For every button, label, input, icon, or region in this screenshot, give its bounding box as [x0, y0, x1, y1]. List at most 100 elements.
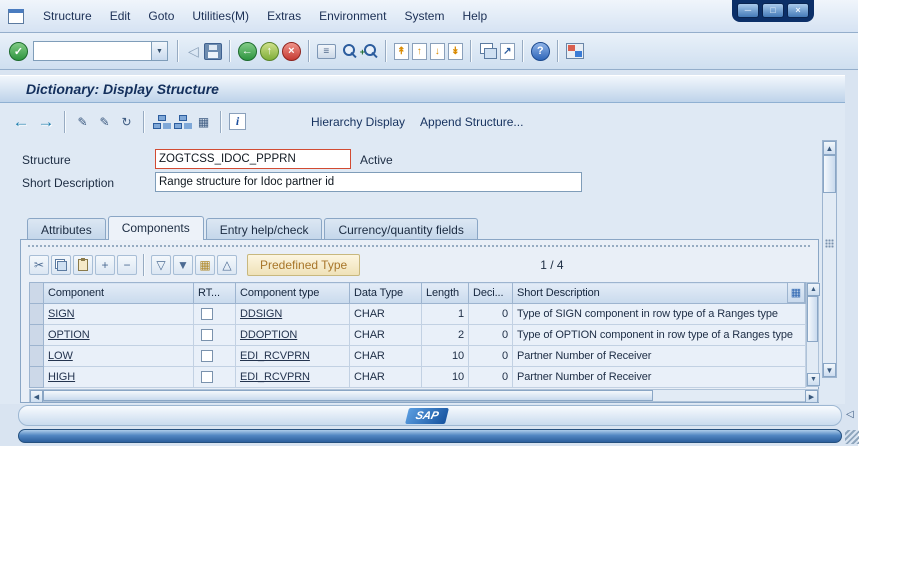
cell-data-type[interactable]: CHAR	[349, 303, 422, 325]
row-selector[interactable]	[29, 345, 44, 367]
new-session-icon[interactable]	[479, 43, 497, 59]
component-link[interactable]: HIGH	[48, 371, 75, 383]
cell-decimals[interactable]: 0	[468, 366, 513, 388]
command-dropdown-button[interactable]: ▼	[151, 41, 168, 61]
component-link[interactable]: LOW	[48, 350, 73, 362]
tab-attributes[interactable]: Attributes	[27, 218, 106, 240]
col-length[interactable]: Length	[421, 282, 469, 304]
last-page-icon[interactable]: ↡	[447, 42, 463, 60]
cell-decimals[interactable]: 0	[468, 345, 513, 367]
rt-checkbox[interactable]	[201, 350, 213, 363]
rt-checkbox[interactable]	[201, 371, 213, 384]
insert-row-icon[interactable]: +	[95, 254, 115, 275]
cell-description[interactable]: Partner Number of Receiver	[512, 366, 806, 388]
forward-arrow-icon[interactable]: →	[35, 112, 57, 132]
first-page-icon[interactable]: ↟	[393, 42, 409, 60]
grid-icon[interactable]: ▦	[195, 254, 215, 275]
predefined-type-button[interactable]: Predefined Type	[247, 253, 361, 276]
row-selector[interactable]	[29, 366, 44, 388]
col-data-type[interactable]: Data Type	[349, 282, 422, 304]
component-link[interactable]: SIGN	[48, 308, 75, 320]
info-icon[interactable]: i	[229, 113, 246, 130]
cell-component[interactable]: SIGN	[43, 303, 194, 325]
print-icon[interactable]: ≡	[316, 43, 336, 59]
find-icon[interactable]	[339, 42, 357, 60]
menu-extras[interactable]: Extras	[258, 7, 310, 25]
find-next-icon[interactable]: +	[360, 42, 378, 60]
cell-component-type[interactable]: EDI_RCVPRN	[235, 345, 350, 367]
row-selector[interactable]	[29, 324, 44, 346]
col-component-type[interactable]: Component type	[235, 282, 350, 304]
scroll-down-button[interactable]: ▼	[807, 373, 820, 386]
cell-length[interactable]: 2	[421, 324, 469, 346]
component-type-link[interactable]: DDOPTION	[240, 329, 297, 341]
cell-component-type[interactable]: DDOPTION	[235, 324, 350, 346]
component-type-link[interactable]: EDI_RCVPRN	[240, 350, 310, 362]
cell-description[interactable]: Type of SIGN component in row type of a …	[512, 303, 806, 325]
table-settings-icon[interactable]: ▦	[787, 282, 805, 303]
cell-data-type[interactable]: CHAR	[349, 345, 422, 367]
menu-goto[interactable]: Goto	[139, 7, 183, 25]
menu-utilities[interactable]: Utilities(M)	[183, 7, 258, 25]
menu-help[interactable]: Help	[453, 7, 496, 25]
window-resize-grip[interactable]	[845, 430, 859, 444]
component-link[interactable]: OPTION	[48, 329, 90, 341]
scroll-up-button[interactable]: ▲	[807, 283, 820, 296]
back-outline-icon[interactable]: ◁	[186, 43, 201, 60]
filter-down-icon[interactable]: ▽	[151, 254, 171, 275]
scroll-down-button[interactable]: ▼	[823, 363, 836, 377]
rt-checkbox[interactable]	[201, 308, 213, 321]
paste-icon[interactable]	[73, 254, 93, 275]
back-arrow-icon[interactable]: ←	[10, 112, 32, 132]
cut-icon[interactable]: ✂	[29, 254, 49, 275]
display-change-icon[interactable]: ✎	[73, 112, 92, 131]
select-all-header[interactable]	[29, 282, 44, 304]
cell-data-type[interactable]: CHAR	[349, 324, 422, 346]
menu-environment[interactable]: Environment	[310, 7, 395, 25]
cell-data-type[interactable]: CHAR	[349, 366, 422, 388]
create-shortcut-icon[interactable]: ↗	[499, 42, 515, 60]
copy-icon[interactable]	[51, 254, 71, 275]
col-decimals[interactable]: Deci...	[468, 282, 513, 304]
cell-component-type[interactable]: DDSIGN	[235, 303, 350, 325]
append-structure-button[interactable]: Append Structure...	[414, 112, 529, 132]
cell-length[interactable]: 1	[421, 303, 469, 325]
enter-icon[interactable]: ✓	[9, 41, 28, 61]
table-horizontal-scrollbar[interactable]: ◀ ▶	[29, 389, 819, 403]
edit-icon[interactable]: ✎	[95, 112, 114, 131]
scroll-left-button[interactable]: ◀	[30, 390, 43, 403]
status-expand-icon[interactable]: ◁	[846, 409, 854, 420]
structure-input[interactable]	[155, 149, 351, 169]
menu-system[interactable]: System	[395, 7, 453, 25]
cell-decimals[interactable]: 0	[468, 324, 513, 346]
col-rt[interactable]: RT...	[193, 282, 236, 304]
cell-description[interactable]: Partner Number of Receiver	[512, 345, 806, 367]
main-vertical-scrollbar[interactable]: ▲ ▼	[822, 140, 837, 378]
save-icon[interactable]	[203, 42, 222, 60]
cancel-icon[interactable]: ×	[281, 41, 301, 61]
tab-entry-help-check[interactable]: Entry help/check	[205, 218, 323, 240]
scroll-right-button[interactable]: ▶	[805, 390, 818, 403]
short-description-input[interactable]	[155, 172, 582, 192]
filter-solid-icon[interactable]: ▼	[173, 254, 193, 275]
org-chart-icon[interactable]	[173, 114, 191, 130]
close-button[interactable]: ×	[787, 3, 809, 18]
panel-grip[interactable]	[27, 244, 812, 248]
delete-row-icon[interactable]: −	[117, 254, 137, 275]
hierarchy-display-button[interactable]: Hierarchy Display	[305, 112, 411, 132]
col-short-description[interactable]: Short Description	[512, 282, 806, 304]
menu-edit[interactable]: Edit	[101, 7, 140, 25]
back-icon[interactable]: ←	[237, 41, 257, 61]
scrollbar-thumb[interactable]	[807, 296, 818, 342]
tab-components[interactable]: Components	[107, 216, 204, 240]
table-graphic-icon[interactable]: ▦	[194, 112, 213, 131]
cell-component[interactable]: HIGH	[43, 366, 194, 388]
rt-checkbox[interactable]	[201, 329, 213, 342]
row-selector[interactable]	[29, 303, 44, 325]
help-icon[interactable]: ?	[530, 41, 550, 61]
cell-component[interactable]: LOW	[43, 345, 194, 367]
command-input[interactable]	[33, 41, 151, 61]
table-vertical-scrollbar[interactable]: ▲ ▼	[806, 282, 820, 387]
component-type-link[interactable]: EDI_RCVPRN	[240, 371, 310, 383]
col-component[interactable]: Component	[43, 282, 194, 304]
